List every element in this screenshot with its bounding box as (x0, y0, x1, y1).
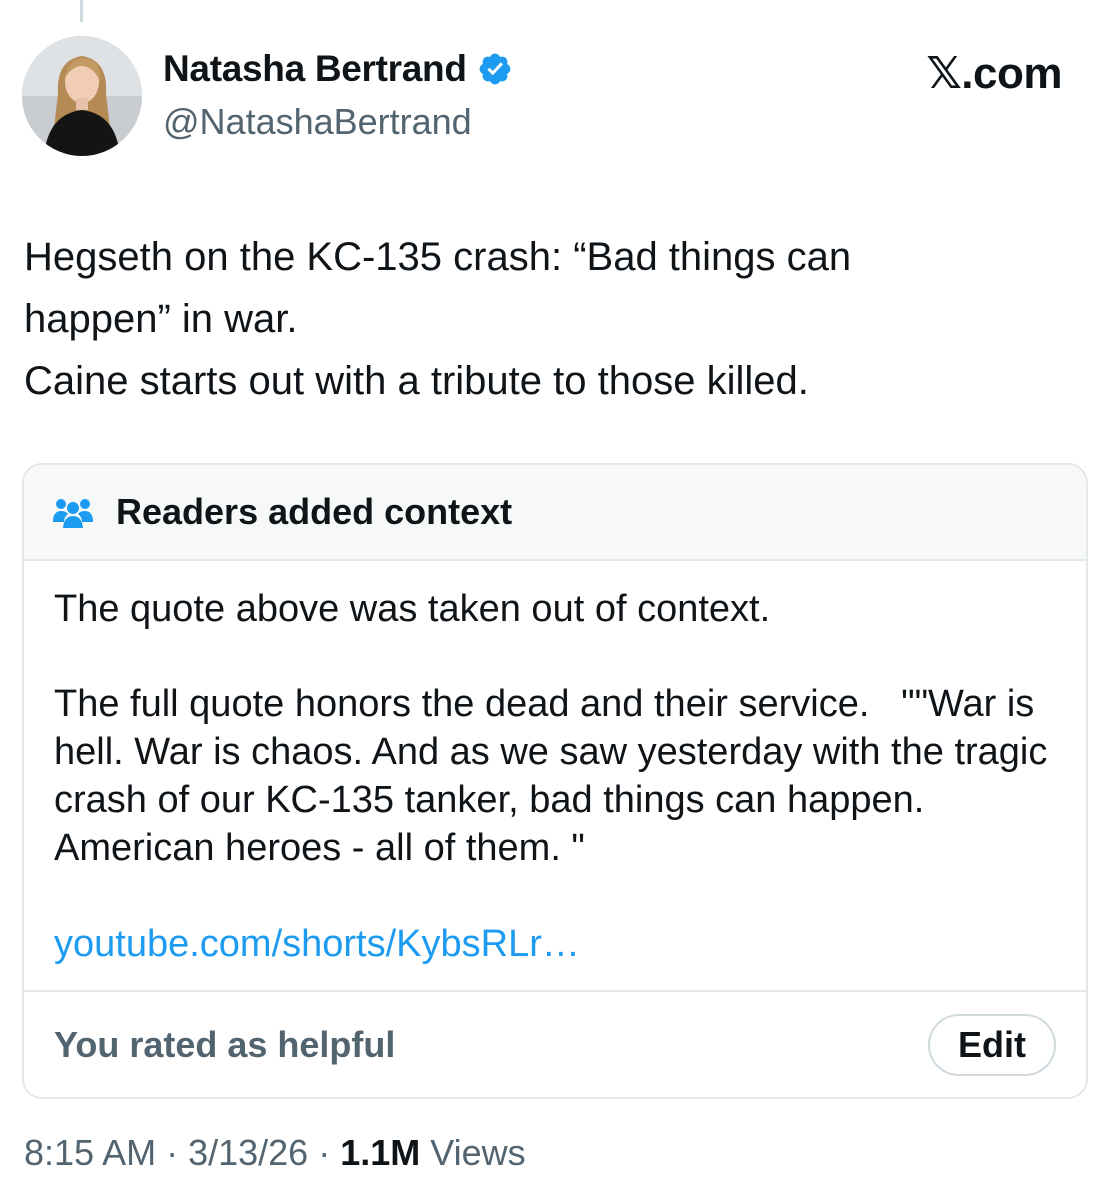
author-name[interactable]: Natasha Bertrand (163, 48, 467, 90)
community-note-paragraph: The quote above was taken out of context… (54, 588, 771, 630)
community-note: Readers added context The quote above wa… (22, 463, 1088, 1099)
people-group-icon (53, 499, 93, 528)
edit-rating-button[interactable]: Edit (928, 1013, 1056, 1076)
community-note-footer: You rated as helpful Edit (24, 992, 1086, 1097)
community-note-title: Readers added context (116, 491, 513, 532)
tweet-date[interactable]: 3/13/26 (188, 1132, 308, 1174)
avatar-image (22, 36, 142, 156)
views-count[interactable]: 1.1M (340, 1132, 420, 1174)
views-label: Views (420, 1132, 526, 1173)
meta-separator: · (308, 1132, 341, 1173)
community-note-body: The quote above was taken out of context… (24, 561, 1086, 992)
avatar[interactable] (22, 36, 142, 156)
x-brand-logo: 𝕏.com (926, 49, 1062, 98)
thread-connector-line (80, 0, 83, 22)
community-note-quote: The full quote honors the dead and their… (54, 683, 1058, 869)
author-name-row[interactable]: Natasha Bertrand (163, 48, 513, 90)
meta-separator: · (156, 1132, 189, 1173)
tweet-time[interactable]: 8:15 AM (24, 1132, 156, 1174)
community-note-header: Readers added context (24, 465, 1086, 561)
tweet-text: Hegseth on the KC-135 crash: “Bad things… (24, 235, 852, 403)
rating-status: You rated as helpful (54, 1023, 396, 1065)
author-handle[interactable]: @NatashaBertrand (163, 101, 472, 143)
community-note-source-link[interactable]: youtube.com/shorts/KybsRLr… (54, 923, 580, 965)
tweet-metadata: 8:15 AM · 3/13/26 · 1.1M Views (24, 1132, 526, 1174)
verified-badge-icon (479, 53, 511, 85)
